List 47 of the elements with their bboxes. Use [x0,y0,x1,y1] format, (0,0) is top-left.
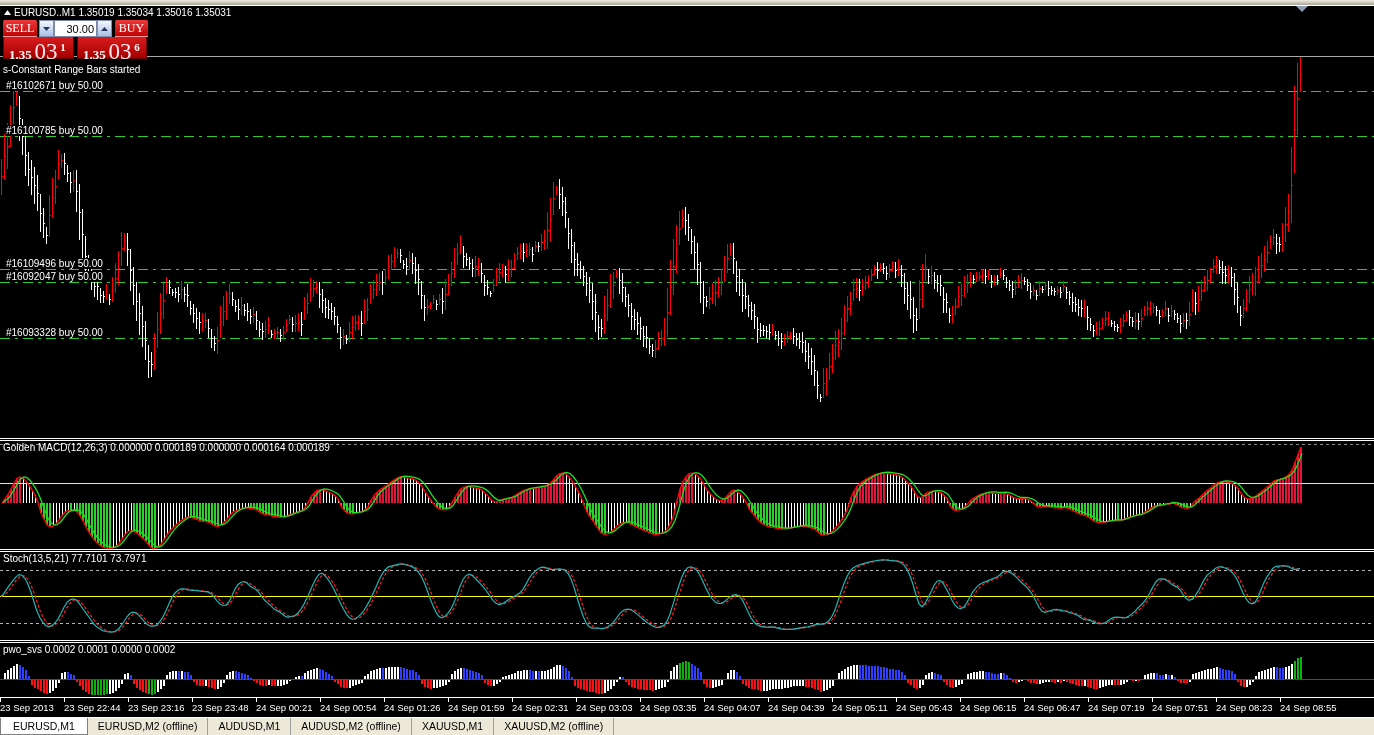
time-label: 24 Sep 03:35 [640,702,697,714]
up-triangle-icon[interactable] [4,10,11,15]
time-label: 24 Sep 01:59 [448,702,505,714]
time-label: 24 Sep 01:26 [384,702,441,714]
buy-button[interactable]: BUY [115,20,148,37]
time-label: 24 Sep 06:47 [1024,702,1081,714]
indicator-label: Golden MACD(12,26,3) 0.000000 0.000189 0.000000 0.000164 0.000189 [3,442,330,454]
time-label: 24 Sep 06:15 [960,702,1017,714]
status-message: s-Constant Range Bars started [3,64,141,76]
time-label: 24 Sep 08:23 [1216,702,1273,714]
time-label: 24 Sep 05:43 [896,702,953,714]
caret-up-icon [101,26,108,31]
time-label: 24 Sep 04:07 [704,702,761,714]
time-label: 24 Sep 03:03 [576,702,633,714]
price-quote: 1.35016 [156,7,193,18]
time-label: 24 Sep 05:11 [832,702,888,714]
sell-price-button[interactable]: 1.35 03$^{1}$ [3,37,74,59]
time-label: 24 Sep 07:19 [1088,702,1145,714]
chart-tab[interactable]: EURUSD,M1 [0,718,88,735]
time-label: 24 Sep 02:31 [512,702,569,714]
indicator-label: pwo_svs 0.0002 0.0001 0.0000 0.0002 [3,644,176,656]
time-label: 24 Sep 07:51 [1152,702,1209,714]
time-label: 23 Sep 22:44 [64,702,121,714]
price-quote: 1.35019 [78,7,115,18]
order-label: #16100785 buy 50.00 [6,124,104,136]
lot-size-input[interactable]: 30.00 [54,20,97,37]
symbol-label: EURUSD..M1 [14,7,76,18]
order-label: #16109496 buy 50.00 [6,257,104,269]
decrease-lot-button[interactable] [39,20,54,37]
price-quote: 1.35031 [195,7,232,18]
time-label: 24 Sep 00:21 [256,702,313,714]
time-label: 23 Sep 23:48 [192,702,249,714]
increase-lot-button[interactable] [97,20,112,37]
time-label: 24 Sep 00:54 [320,702,377,714]
time-label: 23 Sep 2013 [0,702,54,714]
order-label: #16092047 buy 50.00 [6,270,104,282]
buy-price-button[interactable]: 1.35 03$^{6}$ [77,37,147,59]
time-label: 24 Sep 08:55 [1280,702,1337,714]
time-label: 23 Sep 23:16 [128,702,185,714]
time-label: 24 Sep 04:39 [768,702,825,714]
down-triangle-icon[interactable] [1296,6,1308,12]
caret-down-icon [43,26,50,31]
order-label: #16102671 buy 50.00 [6,79,104,91]
price-quote: 1.35034 [117,7,154,18]
order-label: #16093328 buy 50.00 [6,326,104,338]
sell-button[interactable]: SELL [3,20,37,37]
indicator-label: Stoch(13,5,21) 77.7101 73.7971 [3,553,147,565]
